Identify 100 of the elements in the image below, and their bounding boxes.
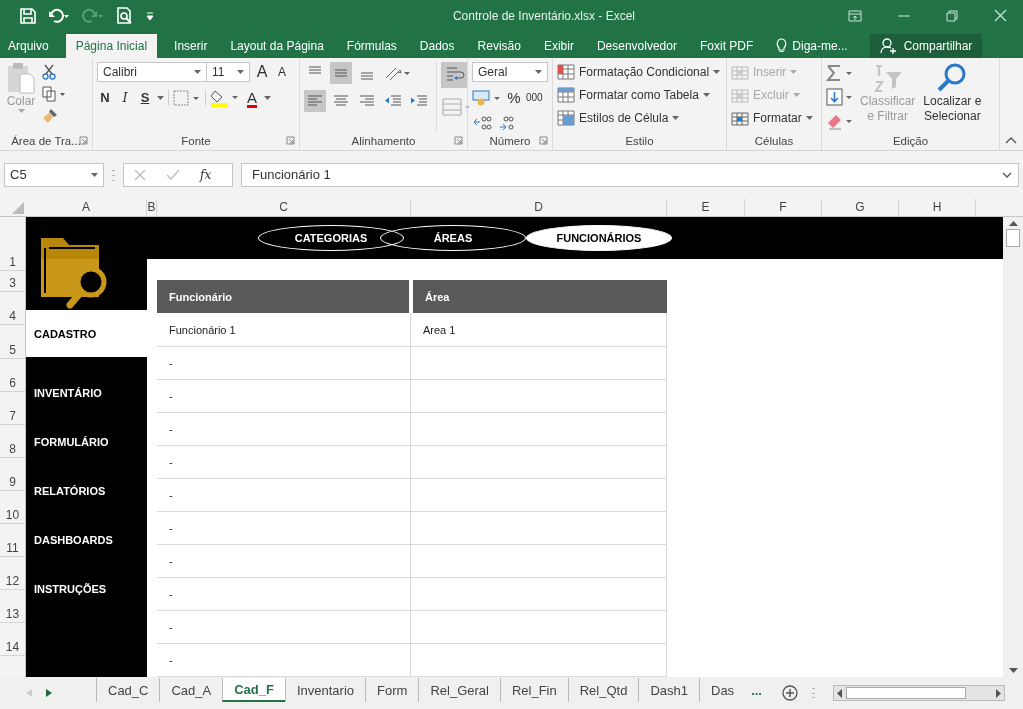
column-header[interactable]: D (534, 200, 543, 215)
sidebar-item[interactable]: FORMULÁRIO (26, 417, 147, 467)
insert-function-button[interactable]: fx (200, 167, 212, 182)
column-header[interactable]: C (279, 200, 288, 215)
check-icon[interactable] (166, 168, 180, 181)
ribbon-tab[interactable]: Inserir (168, 33, 214, 58)
sidebar-item[interactable]: CADASTRO (26, 310, 147, 358)
collapse-ribbon-icon[interactable] (1005, 136, 1017, 144)
font-color-button[interactable]: A (244, 87, 260, 108)
undo-icon[interactable] (48, 7, 70, 24)
minimize-icon[interactable] (898, 14, 910, 17)
fill-color-icon[interactable] (210, 88, 240, 107)
shrink-font-button[interactable]: A (274, 61, 290, 82)
sidebar-item[interactable]: DASHBOARDS (26, 515, 147, 565)
column-header[interactable]: F (779, 200, 787, 215)
ribbon-tab[interactable]: Exibir (537, 33, 580, 58)
ribbon-tab[interactable]: Revisão (471, 33, 527, 58)
fill-down-icon[interactable] (826, 87, 854, 106)
row-header[interactable]: 3 (9, 275, 16, 290)
sheet-tab[interactable]: Inventario (284, 678, 366, 703)
row-header[interactable]: 7 (9, 408, 16, 423)
column-header[interactable]: H (932, 200, 942, 215)
scroll-right-icon[interactable] (995, 688, 1001, 698)
row-header[interactable]: 9 (9, 474, 16, 489)
scissors-icon[interactable] (42, 63, 56, 80)
redo-icon[interactable] (82, 7, 104, 24)
dialog-launcher-icon[interactable] (539, 136, 548, 146)
sheet-tab[interactable]: Rel_Geral (418, 678, 500, 703)
scroll-left-icon[interactable] (836, 688, 842, 698)
row-header[interactable]: 5 (9, 342, 16, 357)
dialog-launcher-icon[interactable] (454, 136, 463, 146)
select-all-icon[interactable] (12, 201, 24, 214)
more-sheets-button[interactable]: ... (745, 678, 768, 703)
column-header[interactable]: B (147, 200, 156, 215)
ribbon-display-icon[interactable] (848, 9, 862, 22)
ribbon-tab[interactable]: Foxit PDF (693, 33, 760, 58)
row-header[interactable]: 10 (5, 507, 20, 522)
style-command[interactable]: Formatar como Tabela (557, 84, 722, 105)
formula-field[interactable]: Funcionário 1 (241, 162, 1019, 187)
thousands-button[interactable]: 000 (526, 87, 543, 108)
customize-icon[interactable] (146, 10, 154, 21)
borders-icon[interactable] (173, 89, 201, 106)
print-preview-icon[interactable] (116, 6, 134, 25)
row-header[interactable]: 11 (6, 540, 19, 555)
italic-button[interactable]: I (117, 87, 133, 108)
row-header[interactable]: 12 (5, 573, 20, 588)
row-header[interactable]: 13 (5, 606, 20, 621)
vertical-align-icon[interactable] (330, 61, 352, 84)
copy-icon[interactable] (42, 85, 66, 102)
scroll-down-icon[interactable] (1008, 668, 1018, 674)
increase-decimal-icon[interactable] (472, 113, 494, 132)
sheet-tab[interactable]: Rel_Fin (499, 678, 568, 703)
ribbon-tab[interactable]: Arquivo (2, 33, 55, 58)
sidebar-item[interactable]: INVENTÁRIO (26, 368, 147, 418)
sheet-tab[interactable]: Cad_F (222, 678, 285, 703)
add-sheet-icon[interactable] (781, 685, 798, 702)
column-header[interactable]: A (82, 200, 90, 215)
caret-icon[interactable] (264, 95, 271, 100)
merge-cells-icon[interactable] (441, 95, 471, 118)
currency-icon[interactable] (472, 88, 502, 107)
caret-icon[interactable] (157, 95, 164, 100)
sheet-tab[interactable]: Rel_Qtd (567, 678, 639, 703)
column-header[interactable]: E (701, 200, 710, 215)
font-name-field[interactable]: Calibri (97, 61, 207, 82)
close-icon[interactable] (994, 9, 1007, 23)
cancel-icon[interactable] (134, 168, 146, 181)
cells-command[interactable]: Formatar (731, 107, 817, 128)
sheet-tab[interactable]: Cad_C (96, 678, 160, 703)
sidebar-item[interactable]: RELATÓRIOS (26, 466, 147, 516)
font-size-field[interactable]: 11 (206, 61, 250, 82)
bold-button[interactable]: N (97, 87, 113, 108)
restore-icon[interactable] (946, 9, 958, 22)
horizontal-scrollbar[interactable] (832, 685, 1005, 702)
sheet-tab[interactable]: Das (699, 678, 746, 703)
share-button[interactable]: Compartilhar (869, 33, 983, 58)
save-icon[interactable] (20, 7, 36, 24)
wrap-text-icon[interactable] (441, 61, 467, 88)
dialog-launcher-icon[interactable] (79, 136, 88, 146)
scrollbar-thumb[interactable] (1006, 228, 1020, 247)
row-header[interactable]: 4 (9, 308, 16, 323)
nav-button[interactable]: FUNCIONÁRIOS (526, 224, 672, 251)
row-header[interactable]: 14 (5, 639, 20, 654)
grow-font-button[interactable]: A (254, 61, 270, 82)
number-format-field[interactable]: Geral (472, 61, 548, 82)
dialog-launcher-icon[interactable] (286, 136, 295, 146)
column-header[interactable]: G (855, 200, 865, 215)
sum-icon[interactable] (826, 63, 854, 82)
style-command[interactable]: Estilos de Célula (557, 107, 722, 128)
sheet-tab[interactable]: Form (365, 678, 419, 703)
expand-icon[interactable] (1002, 171, 1012, 178)
vertical-scrollbar[interactable] (1003, 216, 1023, 678)
scroll-up-icon[interactable] (1008, 220, 1018, 226)
row-header[interactable]: 8 (9, 441, 16, 456)
ribbon-tab[interactable]: Fórmulas (340, 33, 403, 58)
ribbon-tab[interactable]: Layout da Página (224, 33, 330, 58)
ribbon-tab[interactable]: Desenvolvedor (590, 33, 683, 58)
row-header[interactable]: 6 (9, 375, 16, 390)
ribbon-tab[interactable]: Página Inicial (65, 33, 158, 58)
horizontal-align-icon[interactable] (304, 89, 326, 112)
row-header[interactable]: 1 (9, 254, 16, 269)
